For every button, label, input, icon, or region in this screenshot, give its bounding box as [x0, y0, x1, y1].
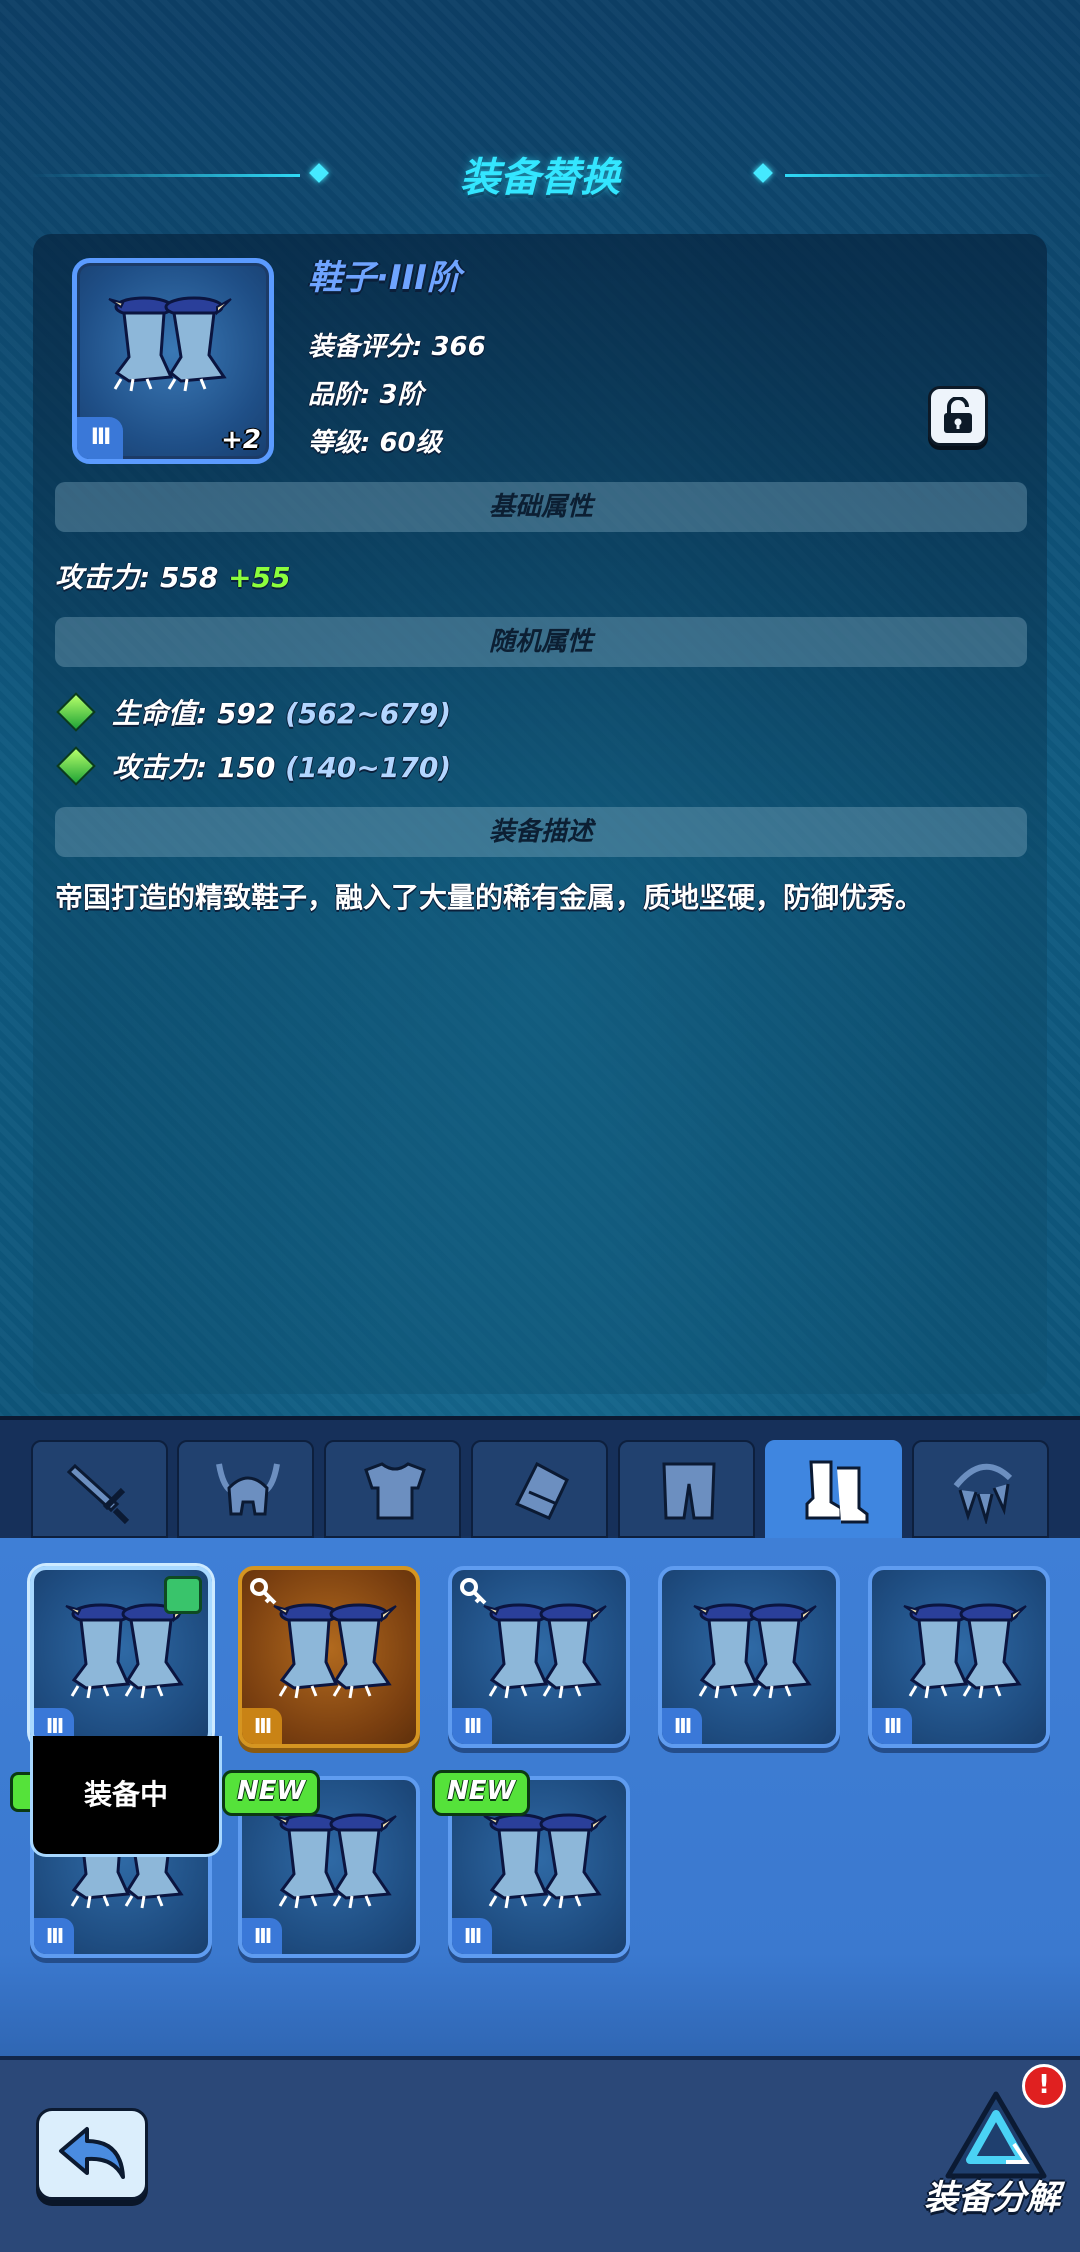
title-divider-right	[785, 174, 1055, 177]
tier-badge: III	[452, 1918, 492, 1954]
tier-badge: III	[662, 1708, 702, 1744]
boots-icon	[693, 1603, 817, 1699]
item-score: 装备评分: 366	[308, 332, 486, 362]
lock-toggle-button[interactable]	[928, 386, 988, 446]
back-arrow-icon	[59, 2127, 125, 2179]
tier-badge: III	[242, 1918, 282, 1954]
sword-icon	[67, 1463, 130, 1524]
tier-badge: III	[452, 1708, 492, 1744]
equipped-marker-icon	[164, 1576, 202, 1614]
necklace-icon	[953, 1463, 1013, 1524]
tab-necklace[interactable]	[912, 1440, 1049, 1538]
boots-icon	[273, 1813, 397, 1909]
tier-badge: III	[242, 1708, 282, 1744]
key-icon	[250, 1578, 277, 1605]
boots-icon	[805, 1460, 869, 1524]
random-stat-range: (562~679)	[285, 697, 452, 730]
tier-badge: III	[77, 417, 123, 459]
tab-helmet[interactable]	[177, 1440, 314, 1538]
random-stat-label: 攻击力: 150	[112, 751, 276, 784]
boots-icon	[903, 1603, 1027, 1699]
unlock-icon	[944, 397, 972, 433]
pants-icon	[662, 1462, 716, 1520]
tab-pants[interactable]	[618, 1440, 755, 1538]
alert-badge: !	[1022, 2064, 1066, 2108]
inventory-slot-equipped[interactable]: III	[30, 1566, 212, 1748]
tier-badge: III	[34, 1918, 74, 1954]
inventory-slot[interactable]: III	[448, 1566, 630, 1748]
boots-icon	[483, 1603, 607, 1699]
random-stat-range: (140~170)	[285, 751, 452, 784]
item-icon-frame: III +2	[72, 258, 274, 464]
boots-icon	[108, 296, 232, 392]
base-stat-bonus: +55	[228, 561, 291, 594]
item-description: 帝国打造的精致鞋子，融入了大量的稀有金属，质地坚硬，防御优秀。	[55, 881, 924, 914]
inventory-slot[interactable]: III	[868, 1566, 1050, 1748]
section-description: 装备描述	[55, 807, 1027, 857]
inventory-slot[interactable]: III	[658, 1566, 840, 1748]
tier-badge: III	[872, 1708, 912, 1744]
back-button[interactable]	[36, 2108, 148, 2200]
boots-icon	[273, 1603, 397, 1699]
random-stat-attack: 攻击力: 150 (140~170)	[112, 746, 451, 786]
bottom-bar	[0, 2056, 1080, 2252]
tab-weapon[interactable]	[31, 1440, 168, 1538]
helmet-icon	[216, 1463, 280, 1516]
random-stat-label: 生命值: 592	[112, 697, 276, 730]
decompose-button-label[interactable]: 装备分解	[924, 2170, 1060, 2219]
new-badge: NEW	[222, 1770, 321, 1816]
bracer-icon	[514, 1461, 569, 1520]
enhance-level: +2	[221, 425, 261, 455]
tab-armor[interactable]	[324, 1440, 461, 1538]
boots-icon	[483, 1813, 607, 1909]
key-icon	[460, 1578, 487, 1605]
item-quality: 品阶: 3阶	[308, 380, 424, 410]
equipped-label: 装备中	[30, 1736, 222, 1857]
section-random-attributes: 随机属性	[55, 617, 1027, 667]
inventory-slot[interactable]: III	[238, 1566, 420, 1748]
base-stat-attack: 攻击力: 558 +55	[55, 556, 291, 596]
armor-icon	[364, 1462, 426, 1520]
item-level: 等级: 60级	[308, 428, 442, 458]
tab-boots[interactable]	[765, 1440, 902, 1538]
new-badge: NEW	[432, 1770, 531, 1816]
section-base-attributes: 基础属性	[55, 482, 1027, 532]
item-name: 鞋子·III阶	[308, 258, 461, 298]
random-stat-hp: 生命值: 592 (562~679)	[112, 692, 451, 732]
base-stat-label: 攻击力: 558	[55, 561, 219, 594]
tab-bracer[interactable]	[471, 1440, 608, 1538]
